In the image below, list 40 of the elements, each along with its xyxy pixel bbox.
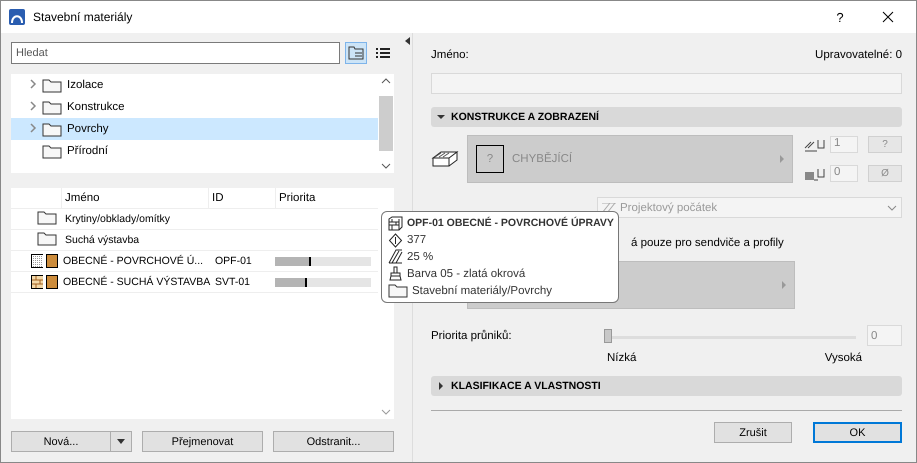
folder-label: Povrchy <box>67 123 109 135</box>
dialog-button[interactable]: OK <box>813 422 902 443</box>
help-button[interactable]: ? <box>820 2 860 32</box>
folder-label: Izolace <box>67 79 104 91</box>
column-header[interactable]: ID <box>208 188 275 208</box>
folder-label: Konstrukce <box>67 101 125 113</box>
dialog-button[interactable]: Odstranit... <box>273 431 394 452</box>
priority-label: Priorita průniků: <box>431 330 512 342</box>
tooltip-text: 377 <box>407 234 426 246</box>
dialog-button[interactable]: Nová... <box>11 431 132 452</box>
column-header[interactable]: Priorita <box>275 188 374 208</box>
editable-count: Upravovatelné: 0 <box>815 49 902 61</box>
dialog-button[interactable]: Přejmenovat <box>142 431 263 452</box>
tooltip-text: 25 % <box>407 250 434 263</box>
section-header[interactable]: KLASIFIKACE A VLASTNOSTI <box>431 376 902 396</box>
tree-item[interactable]: Konstrukce <box>11 96 378 118</box>
folder-name: Krytiny/obklady/omítky <box>64 213 172 225</box>
name-label: Jméno: <box>431 49 469 61</box>
material-name: OBECNÉ - SUCHÁ VÝSTAVBA <box>62 276 212 288</box>
tree-item[interactable]: Přírodní <box>11 140 378 162</box>
window-title: Stavební materiály <box>33 10 134 24</box>
tooltip-title: OPF-01 OBECNÉ - POVRCHOVÉ ÚPRAVY <box>407 217 614 230</box>
material-name: OBECNÉ - POVRCHOVÉ Ú... <box>62 255 204 267</box>
folder-label: Přírodní <box>67 145 108 157</box>
search-field[interactable]: Hledat <box>11 42 340 64</box>
material-id: SVT-01 <box>214 276 252 288</box>
folder-name: Suchá výstavba <box>64 234 140 246</box>
low-label: Nízká <box>607 352 636 364</box>
missing-mark: ? <box>476 145 504 173</box>
section-header[interactable]: KONSTRUKCE A ZOBRAZENÍ <box>431 107 902 127</box>
column-header[interactable]: Jméno <box>61 188 208 208</box>
tooltip-text: Stavební materiály/Povrchy <box>412 284 552 297</box>
tooltip-text: Barva 05 - zlatá okrová <box>407 268 526 280</box>
tree-item[interactable]: Povrchy <box>11 118 378 140</box>
dialog-button[interactable]: Zrušit <box>714 422 792 443</box>
surface-label: CHYBĚJÍCÍ <box>512 153 574 165</box>
high-label: Vysoká <box>824 352 862 364</box>
checkbox-label: á pouze pro sendviče a profily <box>631 237 784 249</box>
tree-item[interactable]: Izolace <box>11 74 378 96</box>
material-id: OPF-01 <box>214 255 253 267</box>
